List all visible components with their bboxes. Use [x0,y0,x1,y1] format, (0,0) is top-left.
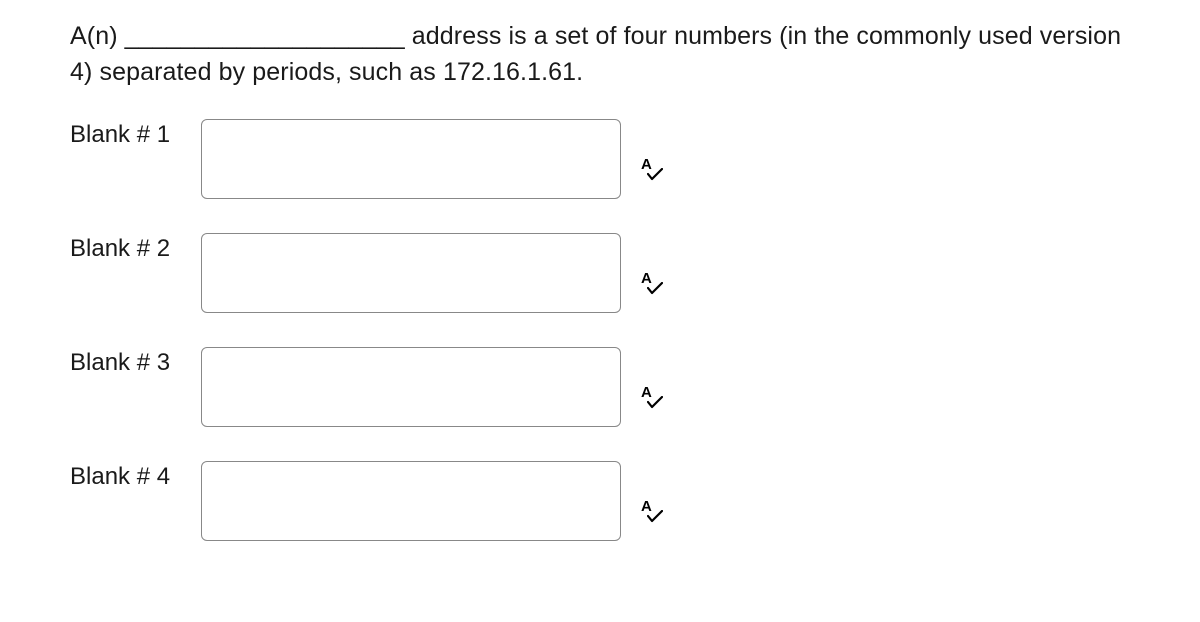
blank-label-2: Blank # 2 [70,233,183,264]
blank-row: Blank # 4 A [70,461,1130,541]
question-container: A(n) ____________________ address is a s… [0,0,1200,561]
spellcheck-icon[interactable]: A [639,159,663,183]
question-text: A(n) ____________________ address is a s… [70,18,1130,91]
blank-row: Blank # 1 A [70,119,1130,199]
blank-input-1[interactable] [201,119,621,199]
spellcheck-icon[interactable]: A [639,387,663,411]
blank-input-3[interactable] [201,347,621,427]
blank-row: Blank # 3 A [70,347,1130,427]
blank-input-2[interactable] [201,233,621,313]
blank-row: Blank # 2 A [70,233,1130,313]
blank-label-4: Blank # 4 [70,461,183,492]
blank-label-3: Blank # 3 [70,347,183,378]
blank-input-4[interactable] [201,461,621,541]
spellcheck-icon[interactable]: A [639,273,663,297]
blanks-list: Blank # 1 A Blank # 2 A Blank # 3 A [70,119,1130,541]
spellcheck-icon[interactable]: A [639,501,663,525]
blank-label-1: Blank # 1 [70,119,183,150]
